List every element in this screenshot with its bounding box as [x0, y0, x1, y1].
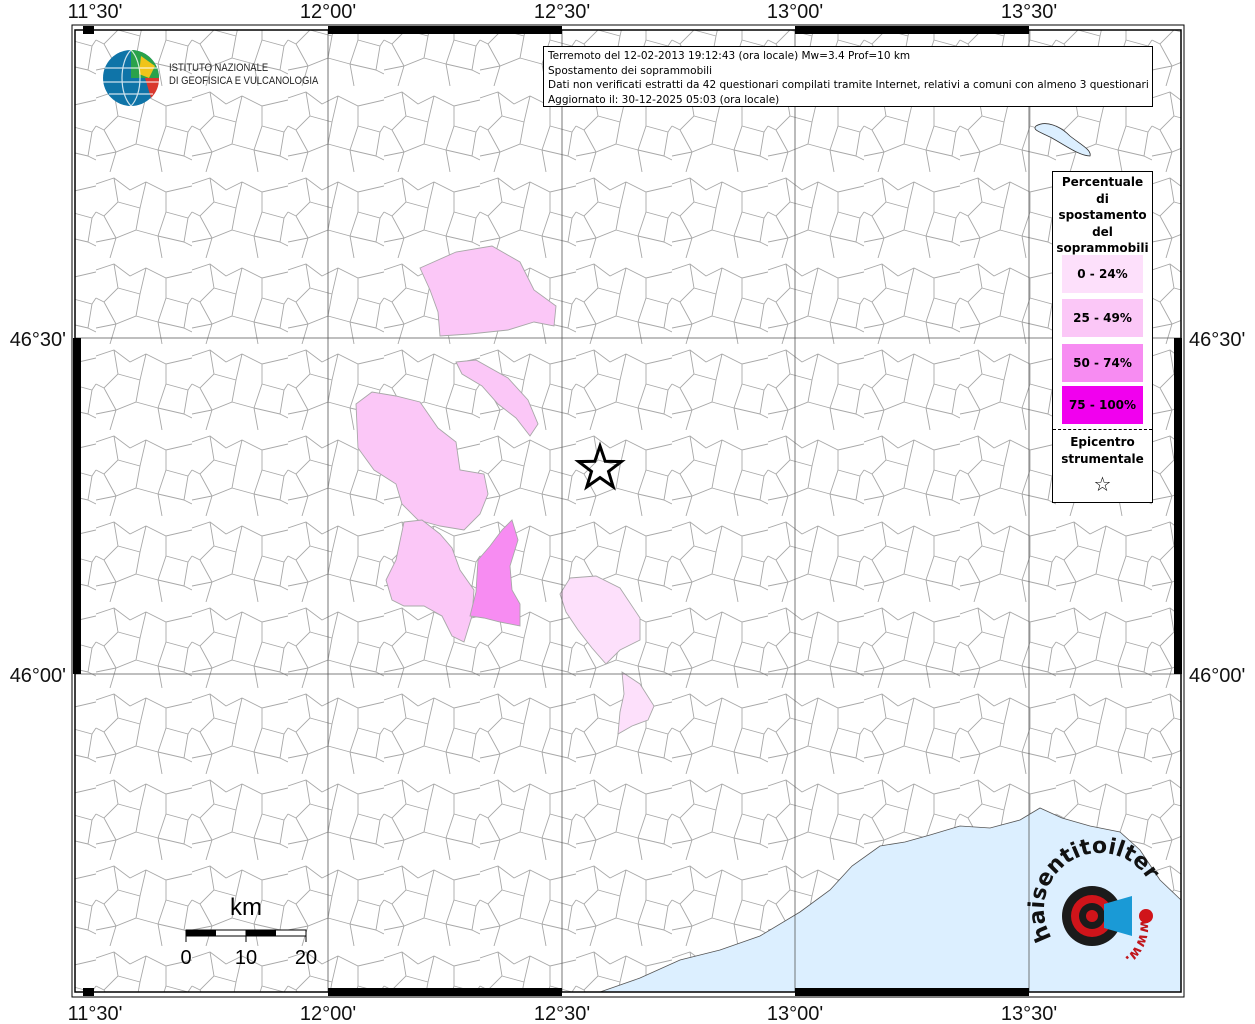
- legend-divider: [1053, 429, 1152, 430]
- ingv-globe-icon: [103, 49, 160, 107]
- lon-label-bottom-2: 12°00': [300, 1003, 356, 1024]
- legend: Percentuale di spostamento del soprammob…: [1052, 171, 1153, 503]
- lon-label-bottom-3: 12°30': [534, 1003, 590, 1024]
- lat-label-right-2: 46°00': [1189, 665, 1245, 687]
- event-title: Terremoto del 12-02-2013 19:12:43 (ora l…: [548, 50, 911, 62]
- legend-swatch-75-100: 75 - 100%: [1062, 386, 1143, 424]
- map-subject: Spostamento dei soprammobili: [548, 64, 712, 77]
- lon-label-bottom-1: 11°30': [68, 1003, 123, 1024]
- scale-bar-tick-20: 20: [295, 947, 317, 969]
- data-note: Dati non verificati estratti da 42 quest…: [548, 79, 1148, 92]
- event-info-box: Terremoto del 12-02-2013 19:12:43 (ora l…: [543, 46, 1153, 107]
- star-outline-icon: ☆: [1093, 472, 1112, 496]
- intensity-map: 11°30' 12°00' 12°30' 13°00' 13°30' 11°30…: [0, 0, 1245, 1024]
- scale-bar-unit: km: [230, 894, 262, 921]
- update-timestamp: Aggiornato il: 30-12-2025 05:03 (ora loc…: [548, 93, 780, 106]
- legend-epicenter-label: Epicentro strumentale: [1053, 434, 1152, 467]
- scale-bar-tick-10: 10: [235, 947, 257, 969]
- legend-swatch-50-74: 50 - 74%: [1062, 344, 1143, 382]
- scale-bar-tick-0: 0: [180, 947, 191, 969]
- ingv-logo: ISTITUTO NAZIONALE DI GEOFISICA E VULCAN…: [101, 48, 318, 108]
- legend-swatch-0-24: 0 - 24%: [1062, 255, 1143, 293]
- ingv-name-line2: DI GEOFISICA E VULCANOLOGIA: [169, 75, 319, 87]
- legend-epicenter-line1: Epicentro: [1070, 435, 1135, 449]
- legend-title-line1: Percentuale: [1061, 175, 1144, 189]
- lat-label-right-1: 46°30': [1189, 329, 1245, 351]
- legend-title: Percentuale di spostamento del soprammob…: [1053, 172, 1152, 257]
- legend-epicenter-line2: strumentale: [1061, 451, 1144, 466]
- lon-label-top-2: 12°00': [300, 1, 356, 23]
- lon-label-top-3: 12°30': [534, 1, 590, 23]
- lon-label-top-5: 13°30': [1001, 1, 1057, 23]
- lat-label-left-1: 46°30': [10, 329, 66, 351]
- legend-title-line3: spostamento: [1058, 208, 1147, 222]
- ingv-name-line1: ISTITUTO NAZIONALE: [169, 62, 269, 74]
- lon-label-top-4: 13°00': [767, 1, 823, 23]
- legend-title-line2: di: [1096, 191, 1109, 206]
- legend-swatch-25-49: 25 - 49%: [1062, 299, 1143, 337]
- lon-label-top-1: 11°30': [68, 1, 123, 23]
- lon-label-bottom-4: 13°00': [767, 1003, 823, 1024]
- lon-label-bottom-5: 13°30': [1001, 1003, 1057, 1024]
- lat-label-left-2: 46°00': [10, 665, 66, 687]
- legend-title-line4: del: [1092, 224, 1113, 239]
